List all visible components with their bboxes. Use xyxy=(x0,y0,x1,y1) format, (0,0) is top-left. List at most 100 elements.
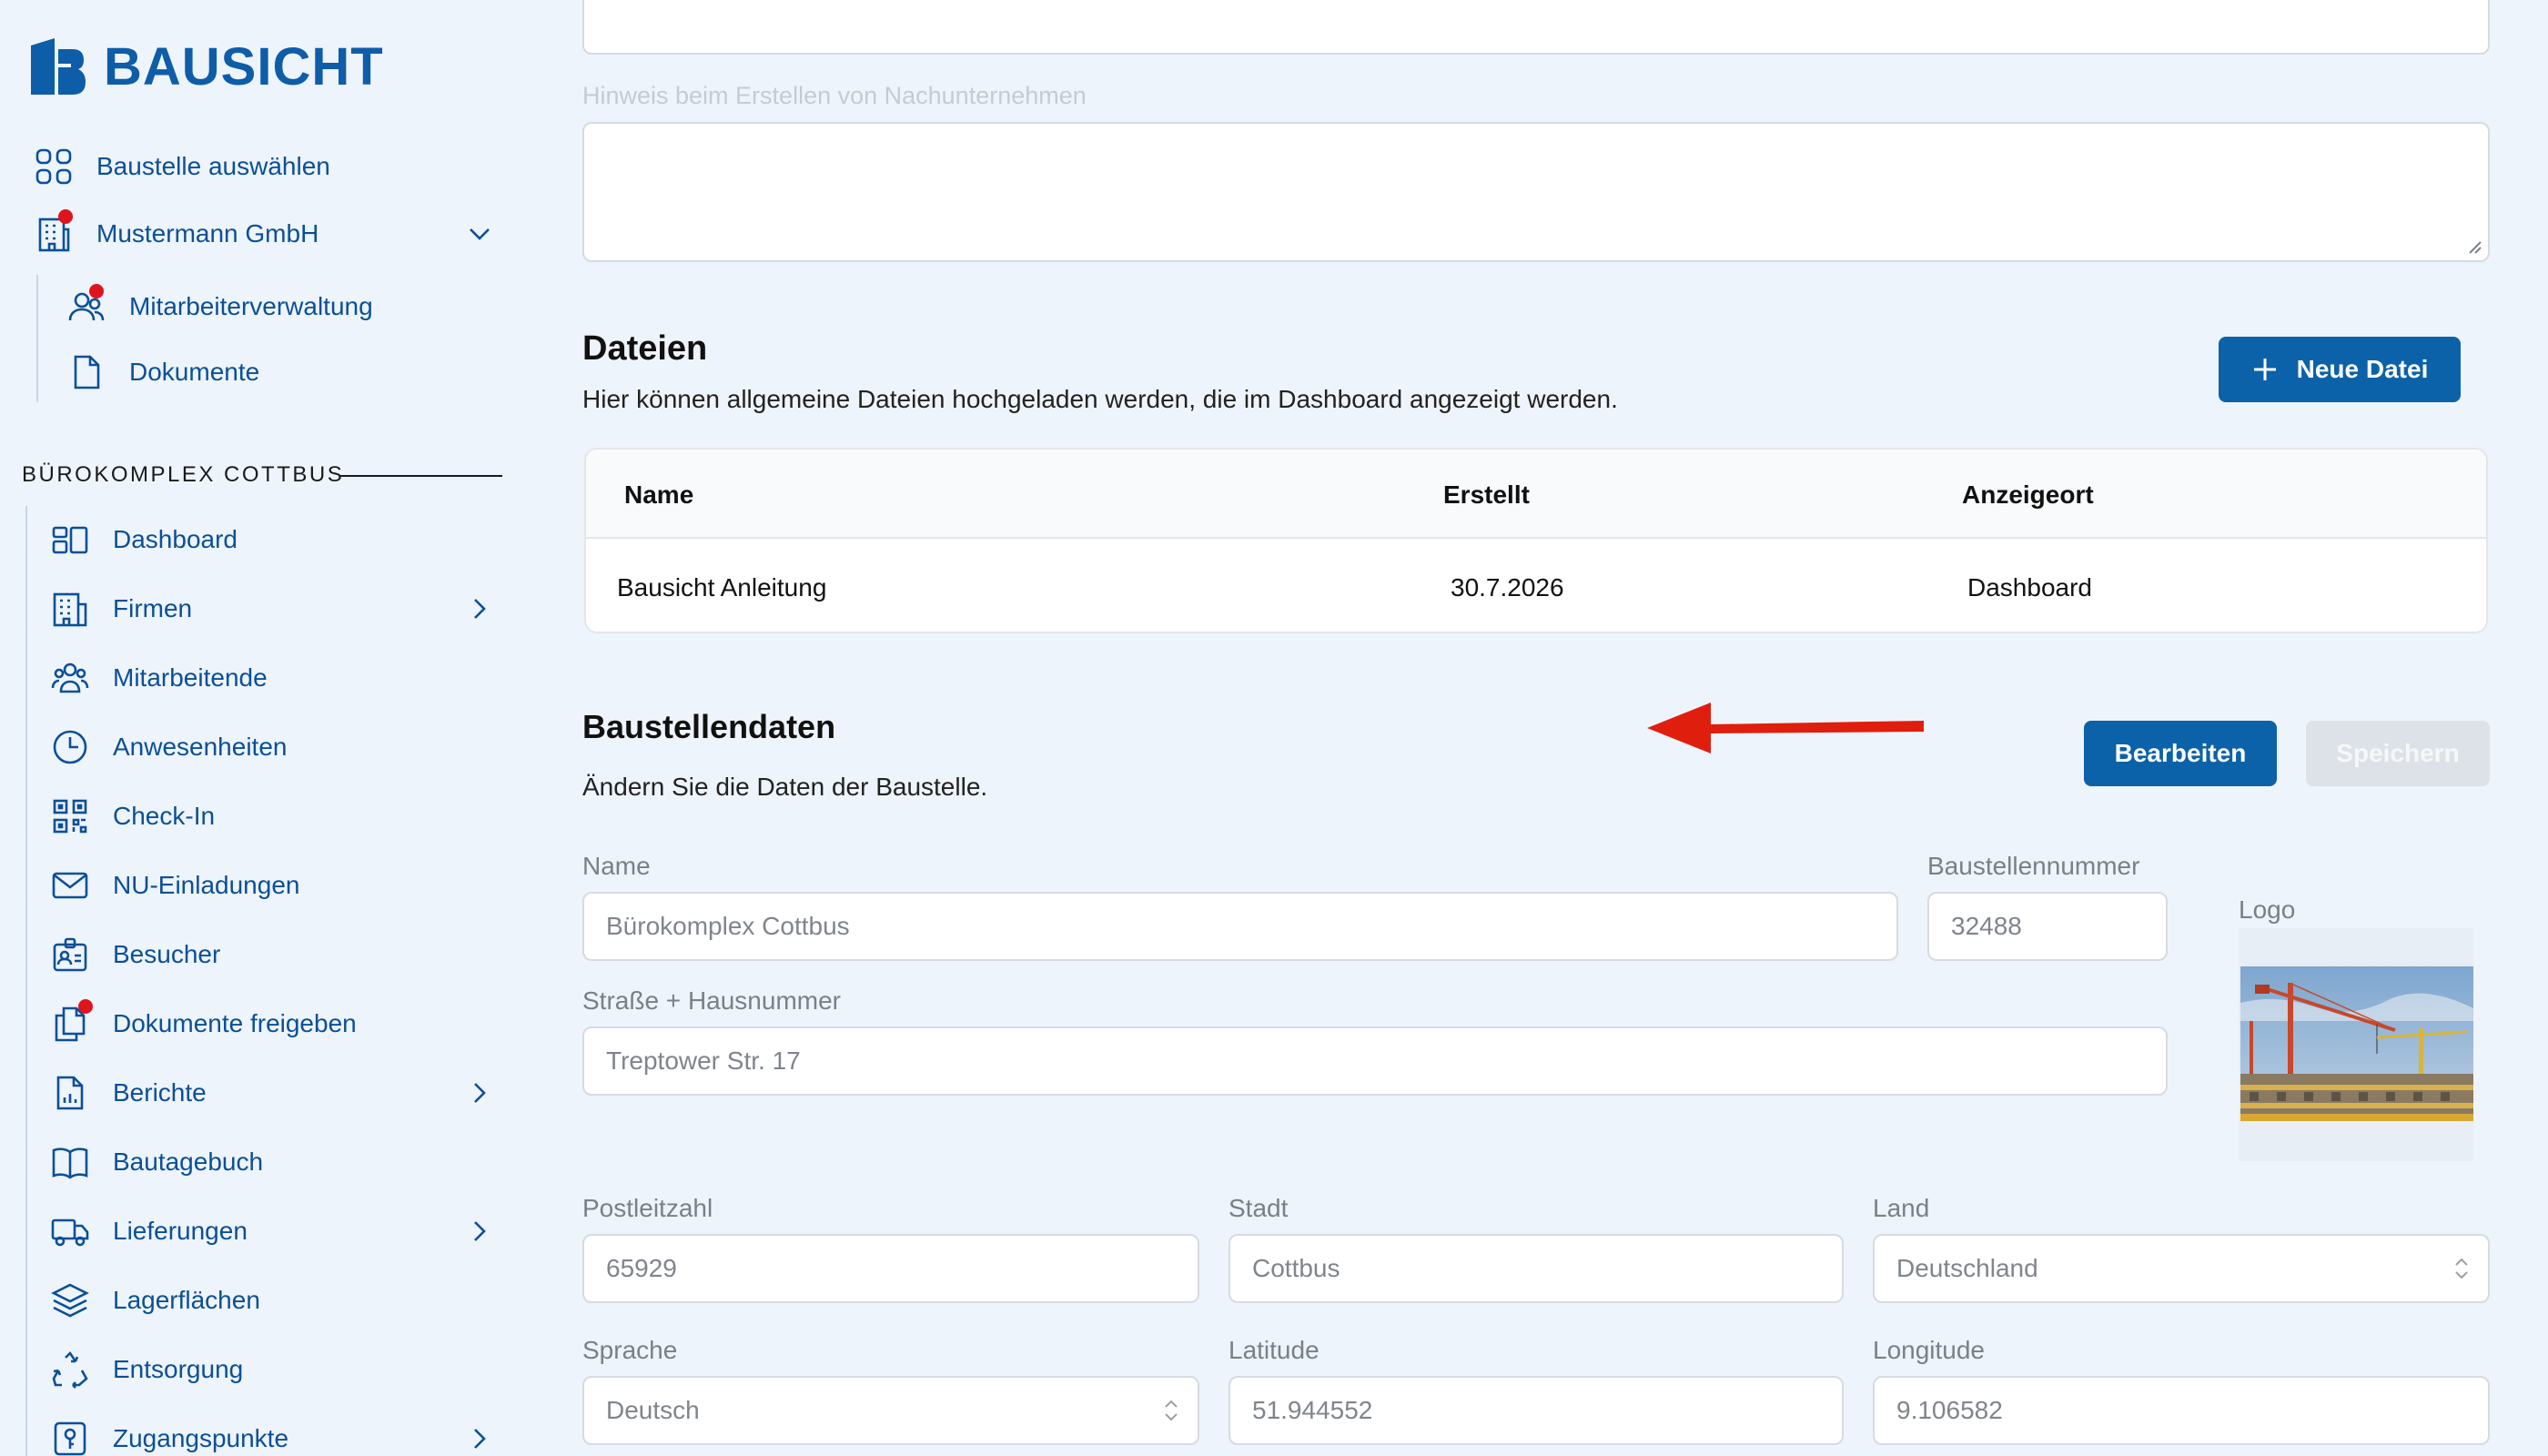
documents-icon xyxy=(51,999,93,1043)
sidebar-item-invitations[interactable]: NU-Einladungen xyxy=(51,866,299,905)
longitude-input[interactable]: 9.106582 xyxy=(1873,1376,2490,1445)
country-select[interactable]: Deutschland xyxy=(1873,1234,2490,1303)
site-logo-image[interactable] xyxy=(2240,966,2473,1121)
document-icon xyxy=(67,353,106,391)
zip-label: Postleitzahl xyxy=(582,1194,713,1222)
submenu-line xyxy=(36,275,38,402)
column-header-name: Name xyxy=(624,480,694,509)
city-value: Cottbus xyxy=(1252,1254,1340,1282)
latitude-input[interactable]: 51.944552 xyxy=(1228,1376,1844,1445)
mail-icon xyxy=(51,866,89,905)
sidebar-item-employee-management[interactable]: Mitarbeiterverwaltung xyxy=(67,284,373,326)
plus-icon xyxy=(2253,359,2276,380)
site-number-value: 32488 xyxy=(1951,912,2022,940)
zip-value: 65929 xyxy=(606,1254,677,1282)
name-label: Name xyxy=(582,852,651,880)
notification-badge xyxy=(89,284,104,298)
column-header-created: Erstellt xyxy=(1443,480,1530,509)
edit-button[interactable]: Bearbeiten xyxy=(2084,721,2277,786)
sidebar-item-label: Dashboard xyxy=(113,525,238,553)
sidebar-item-staff[interactable]: Mitarbeitende xyxy=(51,659,268,697)
site-number-input[interactable]: 32488 xyxy=(1927,892,2168,961)
chevron-right-icon[interactable] xyxy=(466,1079,493,1107)
sidebar-item-label: Mitarbeiterverwaltung xyxy=(129,292,373,320)
files-table: Name Erstellt Anzeigeort Bausicht Anleit… xyxy=(584,448,2488,633)
chevron-down-icon[interactable] xyxy=(466,220,493,248)
textarea-top[interactable] xyxy=(582,0,2490,55)
city-label: Stadt xyxy=(1228,1194,1289,1222)
chevron-right-icon[interactable] xyxy=(466,595,493,622)
site-data-subtitle: Ändern Sie die Daten der Baustelle. xyxy=(582,773,988,801)
longitude-label: Longitude xyxy=(1873,1336,1986,1364)
sidebar-item-company[interactable]: Mustermann GmbH xyxy=(35,209,499,253)
sidebar-item-access-points[interactable]: Zugangspunkte xyxy=(51,1420,499,1456)
key-icon xyxy=(51,1420,89,1456)
sidebar-item-label: Dokumente freigeben xyxy=(113,1009,357,1037)
layers-icon xyxy=(51,1281,89,1320)
sidebar-item-label: Lagerflächen xyxy=(113,1286,260,1314)
book-icon xyxy=(51,1143,89,1181)
language-label: Sprache xyxy=(582,1336,678,1364)
report-icon xyxy=(51,1074,89,1112)
sidebar-item-label: Firmen xyxy=(113,594,193,622)
sidebar-item-label: Entsorgung xyxy=(113,1355,244,1383)
people-icon xyxy=(51,659,89,697)
sidebar-item-deliveries[interactable]: Lieferungen xyxy=(51,1212,499,1250)
sidebar-item-label: NU-Einladungen xyxy=(113,871,300,899)
notification-badge xyxy=(58,209,73,224)
sidebar-item-dashboard[interactable]: Dashboard xyxy=(51,521,238,559)
site-nav-line xyxy=(25,506,27,1456)
sidebar-item-label: Mustermann GmbH xyxy=(96,219,319,248)
sidebar-item-label: Check-In xyxy=(113,802,216,830)
file-created-cell: 30.7.2026 xyxy=(1451,573,1564,602)
sidebar-item-select-site[interactable]: Baustelle auswählen xyxy=(35,147,330,186)
sidebar-item-label: Anwesenheiten xyxy=(113,733,288,761)
visitor-badge-icon xyxy=(51,935,89,974)
select-arrows-icon xyxy=(2455,1258,2468,1279)
latitude-value: 51.944552 xyxy=(1252,1396,1373,1424)
street-input[interactable]: Treptower Str. 17 xyxy=(582,1026,2168,1096)
site-name-value: Bürokomplex Cottbus xyxy=(606,912,850,940)
truck-icon xyxy=(51,1212,89,1250)
table-header xyxy=(586,450,2486,539)
logo-label: Logo xyxy=(2239,895,2296,924)
site-number-label: Baustellennummer xyxy=(1927,852,2140,880)
brand-name: BAUSICHT xyxy=(104,36,384,96)
site-name-input[interactable]: Bürokomplex Cottbus xyxy=(582,892,1898,961)
new-file-label: Neue Datei xyxy=(2296,355,2429,383)
building-icon xyxy=(35,209,73,253)
latitude-label: Latitude xyxy=(1228,1336,1320,1364)
sidebar-item-label: Lieferungen xyxy=(113,1217,248,1245)
sidebar-item-disposal[interactable]: Entsorgung xyxy=(51,1350,243,1389)
sidebar-item-visitors[interactable]: Besucher xyxy=(51,935,220,974)
save-button-label: Speichern xyxy=(2336,739,2460,767)
sidebar-item-label: Besucher xyxy=(113,940,221,968)
resize-grip-icon[interactable] xyxy=(2466,238,2482,255)
subcontractor-hint-textarea[interactable] xyxy=(582,122,2490,262)
annotation-arrow-icon xyxy=(1647,703,1924,753)
sidebar-item-attendance[interactable]: Anwesenheiten xyxy=(51,728,287,766)
new-file-button[interactable]: Neue Datei xyxy=(2219,337,2461,402)
brand-logo[interactable]: BAUSICHT xyxy=(27,35,384,98)
chevron-right-icon[interactable] xyxy=(466,1425,493,1452)
country-value: Deutschland xyxy=(1896,1254,2038,1282)
sidebar-item-label: Zugangspunkte xyxy=(113,1424,289,1452)
street-label: Straße + Hausnummer xyxy=(582,986,841,1015)
chevron-right-icon[interactable] xyxy=(466,1218,493,1245)
sidebar-item-site-diary[interactable]: Bautagebuch xyxy=(51,1143,263,1181)
street-value: Treptower Str. 17 xyxy=(606,1046,801,1075)
language-select[interactable]: Deutsch xyxy=(582,1376,1199,1445)
grid-icon xyxy=(35,147,73,186)
sidebar-item-approve-documents[interactable]: Dokumente freigeben xyxy=(51,999,357,1043)
recycle-icon xyxy=(51,1350,89,1389)
zip-input[interactable]: 65929 xyxy=(582,1234,1199,1303)
file-name-cell[interactable]: Bausicht Anleitung xyxy=(617,573,826,602)
save-button[interactable]: Speichern xyxy=(2306,721,2490,786)
sidebar-item-reports[interactable]: Berichte xyxy=(51,1074,499,1112)
city-input[interactable]: Cottbus xyxy=(1228,1234,1844,1303)
users-icon xyxy=(67,284,106,326)
sidebar-item-companies[interactable]: Firmen xyxy=(51,590,499,628)
sidebar-item-storage[interactable]: Lagerflächen xyxy=(51,1281,260,1320)
sidebar-item-documents[interactable]: Dokumente xyxy=(67,353,259,391)
sidebar-item-check-in[interactable]: Check-In xyxy=(51,797,215,835)
